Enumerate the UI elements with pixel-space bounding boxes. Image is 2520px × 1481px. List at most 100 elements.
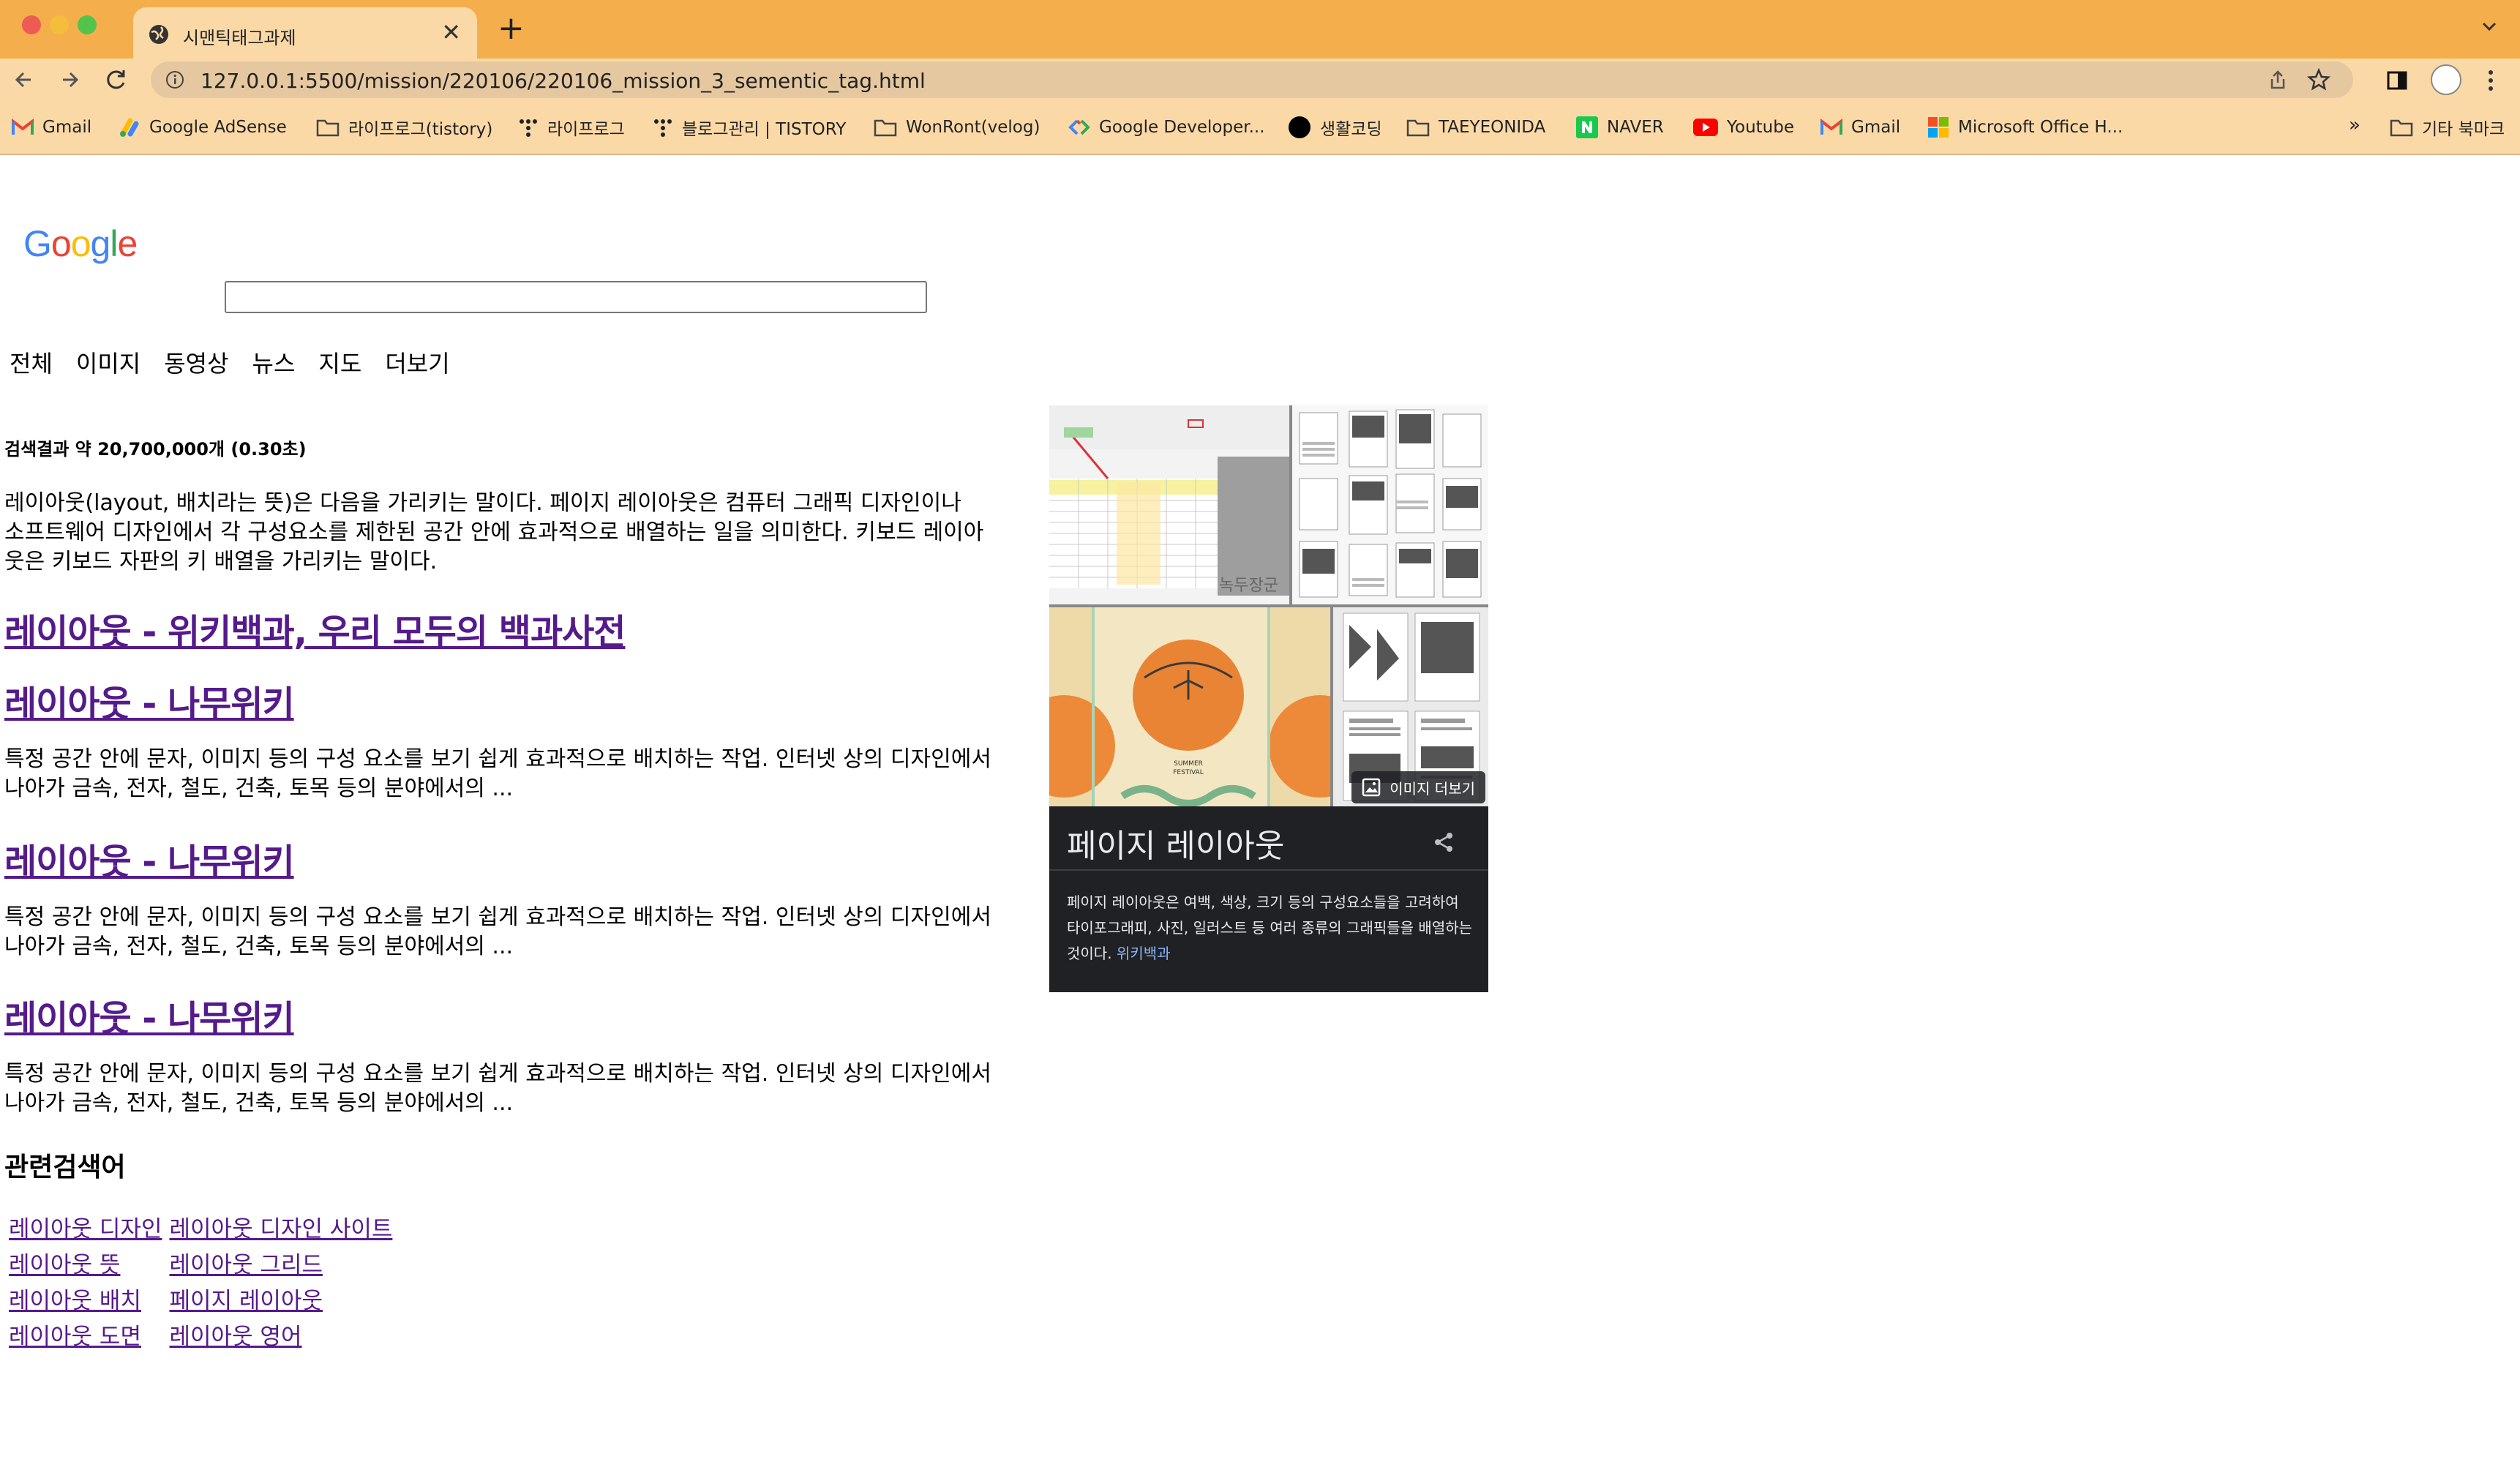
- result-title-link[interactable]: 레이아웃 - 위키백과, 우리 모두의 백과사전: [4, 603, 626, 654]
- bookmark-item[interactable]: Microsoft Office H...: [1927, 114, 2123, 140]
- tab-strip: 시맨틱태그과제 ✕ +: [0, 0, 2520, 59]
- bookmark-item[interactable]: 생활코딩: [1288, 114, 1382, 140]
- knowledge-panel-title: 페이지 레이아웃: [1067, 828, 1285, 865]
- bookmark-star-icon[interactable]: [2306, 67, 2331, 92]
- spreadsheet-thumbnail[interactable]: 녹두장군: [1049, 405, 1289, 604]
- bookmarks-bar: Gmail Google AdSense 라이프로그(tistory) 라이프로…: [0, 101, 2520, 155]
- folder-icon: [874, 119, 897, 137]
- forward-arrow-icon[interactable]: [54, 64, 85, 95]
- folder-icon: [2390, 119, 2413, 137]
- chevron-down-icon[interactable]: [2478, 15, 2501, 38]
- table-row: 레이아웃 도면 레이아웃 영어: [9, 1318, 400, 1354]
- related-search-link[interactable]: 레이아웃 디자인: [9, 1216, 162, 1242]
- editorial-layout-thumbnail[interactable]: [1292, 405, 1488, 604]
- table-row: 레이아웃 디자인 레이아웃 디자인 사이트: [9, 1210, 400, 1246]
- bookmark-item[interactable]: Youtube: [1693, 114, 1794, 140]
- knowledge-panel-image-grid[interactable]: 녹두장군 SUMMER FESTIVAL 이미지 더보기: [1049, 405, 1488, 806]
- knowledge-panel-description: 페이지 레이아웃은 여백, 색상, 크기 등의 구성요소들을 고려하여 타이포그…: [1067, 890, 1477, 967]
- tab-maps[interactable]: 지도: [318, 345, 361, 379]
- related-search-link[interactable]: 레이아웃 디자인 사이트: [170, 1216, 393, 1242]
- browser-chrome: 시맨틱태그과제 ✕ + 127.0.0.1:5500/mission/22010…: [0, 0, 2520, 155]
- naver-icon: [1576, 116, 1598, 138]
- browser-toolbar: 127.0.0.1:5500/mission/220106/220106_mis…: [0, 59, 2520, 101]
- back-arrow-icon[interactable]: [9, 64, 40, 95]
- related-searches-heading: 관련검색어: [4, 1152, 126, 1182]
- result-title-link[interactable]: 레이아웃 - 나무위키: [4, 675, 295, 726]
- search-category-tabs: 전체 이미지 동영상 뉴스 지도 더보기: [10, 345, 450, 379]
- url-text[interactable]: 127.0.0.1:5500/mission/220106/220106_mis…: [200, 69, 926, 93]
- tab-close-icon[interactable]: ✕: [441, 18, 461, 46]
- bookmark-item[interactable]: NAVER: [1576, 114, 1664, 140]
- gmail-icon: [1820, 119, 1842, 135]
- result-title-link[interactable]: 레이아웃 - 나무위키: [4, 989, 295, 1041]
- tab-news[interactable]: 뉴스: [252, 345, 296, 379]
- bookmark-item[interactable]: Google AdSense: [119, 114, 287, 140]
- bookmark-item[interactable]: 라이프로그(tistory): [316, 114, 492, 140]
- related-search-link[interactable]: 레이아웃 도면: [9, 1324, 141, 1350]
- folder-icon: [316, 119, 340, 137]
- window-minimize-button[interactable]: [50, 15, 69, 34]
- info-icon[interactable]: [165, 70, 184, 89]
- bookmark-item[interactable]: TAEYEONIDA: [1406, 114, 1545, 140]
- reload-icon[interactable]: [101, 64, 132, 95]
- bookmark-item[interactable]: WonRont(velog): [874, 114, 1040, 140]
- related-search-link[interactable]: 레이아웃 배치: [9, 1288, 141, 1314]
- table-row: 레이아웃 배치 페이지 레이아웃: [9, 1282, 400, 1318]
- share-icon[interactable]: [1431, 830, 1456, 855]
- gmail-icon: [12, 119, 34, 135]
- window-close-button[interactable]: [22, 15, 41, 34]
- profile-avatar-icon[interactable]: [2431, 64, 2461, 95]
- poster-label: SUMMER FESTIVAL: [1173, 760, 1204, 776]
- more-vertical-icon[interactable]: [2483, 67, 2498, 94]
- logo-letter: o: [50, 223, 72, 264]
- tab-title: 시맨틱태그과제: [183, 28, 296, 48]
- new-tab-button[interactable]: +: [498, 10, 525, 47]
- related-search-link[interactable]: 레이아웃 영어: [170, 1324, 302, 1350]
- tab-more[interactable]: 더보기: [385, 345, 449, 379]
- result-description: 특정 공간 안에 문자, 이미지 등의 구성 요소를 보기 쉽게 효과적으로 배…: [4, 904, 991, 959]
- logo-letter: o: [70, 223, 91, 264]
- other-bookmarks-folder[interactable]: 기타 북마크: [2390, 114, 2505, 140]
- result-stats: 검색결과 약 20,700,000개 (0.30초): [4, 439, 307, 460]
- bookmark-item[interactable]: Gmail: [1820, 114, 1900, 140]
- google-logo[interactable]: Google: [23, 222, 138, 265]
- address-bar[interactable]: 127.0.0.1:5500/mission/220106/220106_mis…: [151, 61, 2353, 98]
- bookmark-item[interactable]: 블로그관리 | TISTORY: [653, 114, 846, 140]
- side-panel-icon[interactable]: [2385, 69, 2409, 92]
- youtube-icon: [1693, 119, 1718, 136]
- festival-poster-thumbnail[interactable]: SUMMER FESTIVAL: [1049, 607, 1330, 806]
- related-search-link[interactable]: 레이아웃 그리드: [170, 1252, 323, 1278]
- search-input[interactable]: [225, 281, 927, 313]
- result-description: 특정 공간 안에 문자, 이미지 등의 구성 요소를 보기 쉽게 효과적으로 배…: [4, 1061, 991, 1116]
- bookmark-item[interactable]: Google Developer...: [1068, 114, 1265, 140]
- adsense-icon: [120, 118, 139, 137]
- logo-letter: e: [117, 223, 138, 264]
- bookmark-item[interactable]: Gmail: [12, 114, 91, 140]
- result-description: 특정 공간 안에 문자, 이미지 등의 구성 요소를 보기 쉽게 효과적으로 배…: [4, 746, 991, 801]
- knowledge-panel: 녹두장군 SUMMER FESTIVAL 이미지 더보기 페이지 레이아웃 페이…: [1049, 405, 1488, 992]
- tab-images[interactable]: 이미지: [76, 345, 140, 379]
- tistory-icon: [654, 119, 672, 137]
- bookmarks-overflow-button[interactable]: »: [2349, 114, 2360, 136]
- page-content: Google 전체 이미지 동영상 뉴스 지도 더보기 검색결과 약 20,70…: [0, 155, 2520, 1481]
- share-icon[interactable]: [2267, 69, 2289, 91]
- google-developers-icon: [1068, 119, 1090, 135]
- logo-letter: g: [90, 223, 111, 264]
- result-title-link[interactable]: 레이아웃 - 나무위키: [4, 833, 295, 884]
- spreadsheet-caption: 녹두장군: [1219, 577, 1278, 595]
- table-row: 레이아웃 뜻 레이아웃 그리드: [9, 1246, 400, 1282]
- featured-snippet: 레이아웃(layout, 배치라는 뜻)은 다음을 가리키는 말이다. 페이지 …: [4, 490, 984, 574]
- source-link[interactable]: 위키백과: [1117, 945, 1171, 962]
- microsoft-icon: [1928, 117, 1949, 138]
- tab-all[interactable]: 전체: [10, 345, 53, 379]
- opentutorials-icon: [1289, 116, 1310, 138]
- folder-icon: [1406, 119, 1430, 137]
- related-search-link[interactable]: 페이지 레이아웃: [170, 1288, 323, 1314]
- active-tab[interactable]: 시맨틱태그과제 ✕: [133, 7, 477, 59]
- related-search-link[interactable]: 레이아웃 뜻: [9, 1252, 120, 1278]
- window-maximize-button[interactable]: [78, 15, 97, 34]
- tab-videos[interactable]: 동영상: [164, 345, 228, 379]
- divider: [1049, 869, 1488, 871]
- more-images-button[interactable]: 이미지 더보기: [1351, 771, 1485, 803]
- bookmark-item[interactable]: 라이프로그: [518, 114, 625, 140]
